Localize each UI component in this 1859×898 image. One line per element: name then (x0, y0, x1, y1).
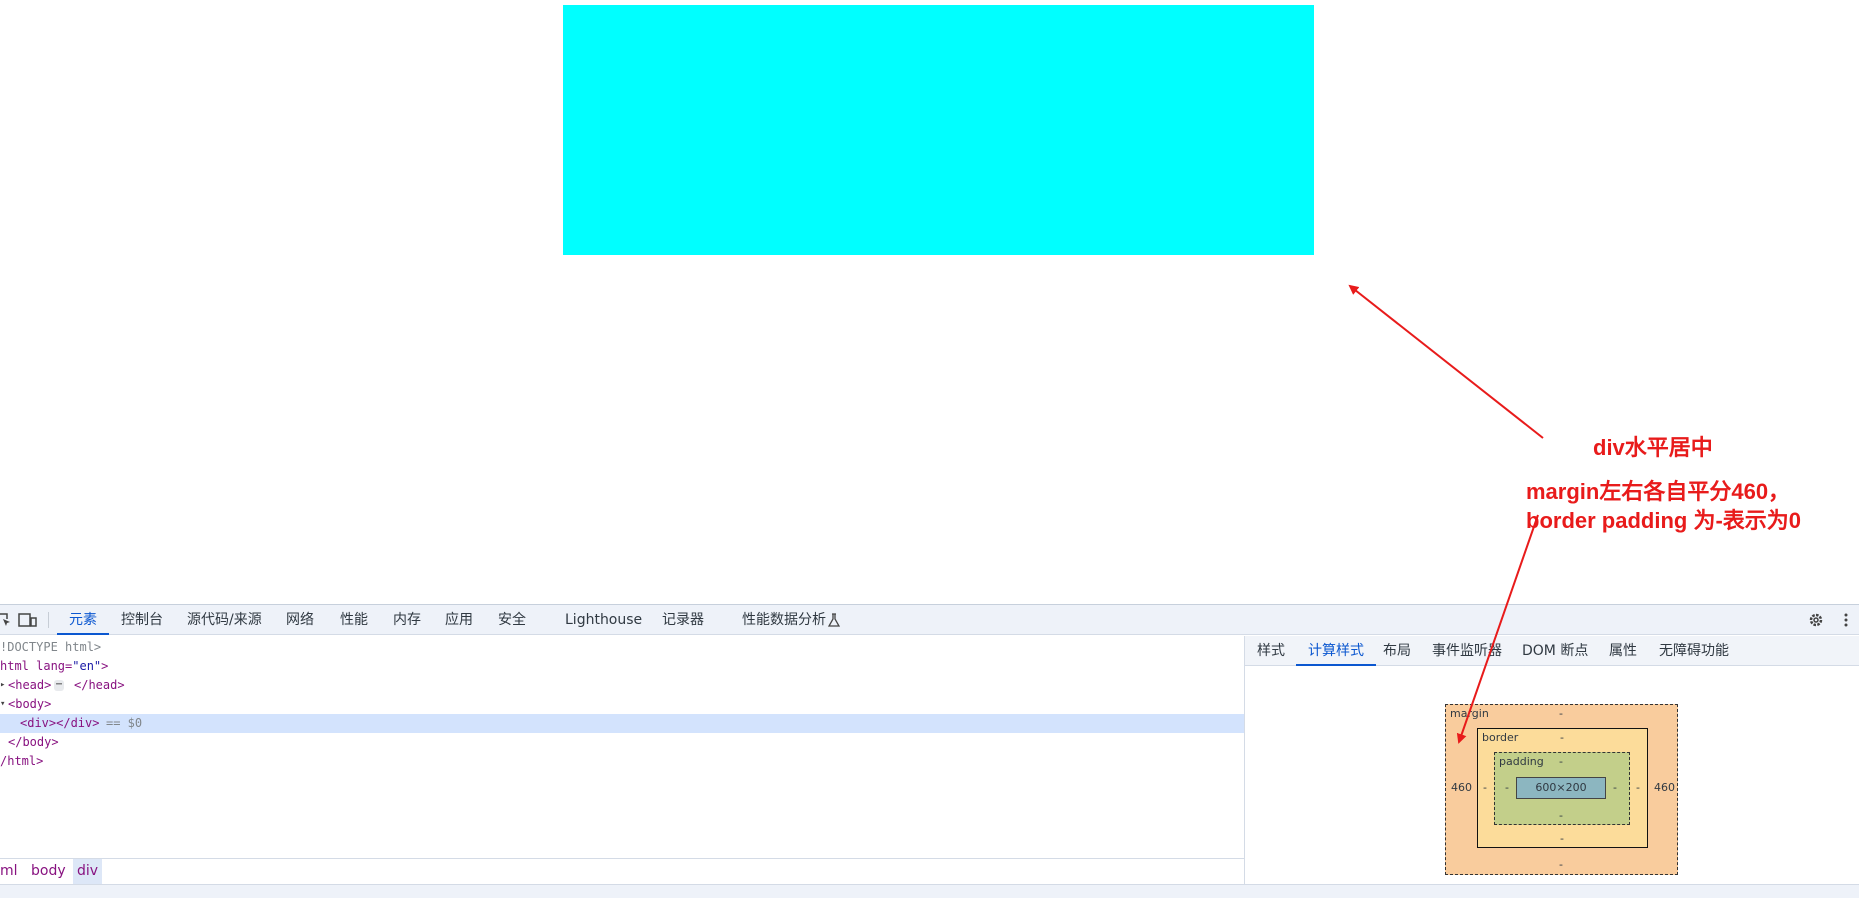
content-size: 600×200 (1535, 781, 1587, 794)
breadcrumb: ml body div (0, 858, 1244, 884)
centered-div (563, 5, 1314, 255)
border-bottom-value[interactable]: - (1560, 832, 1564, 845)
drawer-bar (0, 884, 1859, 898)
margin-left-value[interactable]: 460 (1451, 781, 1472, 794)
tab-computed[interactable]: 计算样式 (1296, 636, 1376, 666)
body-open-tag: <body> (8, 697, 52, 711)
head-close-tag: </head> (74, 678, 125, 692)
padding-left-value[interactable]: - (1505, 781, 1509, 794)
box-model-content[interactable]: 600×200 (1516, 777, 1606, 799)
border-label: border (1482, 731, 1519, 744)
experiment-flask-icon (827, 612, 841, 628)
padding-top-value[interactable]: - (1559, 755, 1563, 768)
tab-dom-breakpoints[interactable]: DOM 断点 (1522, 636, 1588, 666)
device-toolbar-icon[interactable] (18, 612, 38, 628)
html-lang-value: "en" (72, 659, 102, 673)
tab-performance[interactable]: 性能 (340, 605, 368, 635)
tab-performance-insights[interactable]: 性能数据分析 (742, 605, 826, 635)
tab-layout[interactable]: 布局 (1383, 636, 1411, 666)
tab-console[interactable]: 控制台 (121, 605, 163, 635)
toolbar-divider (48, 612, 49, 628)
body-close-tag: </body> (8, 735, 59, 749)
div-tag: <div></div> (20, 716, 100, 730)
tree-html[interactable]: html lang="en"> (0, 657, 108, 676)
padding-right-value[interactable]: - (1613, 781, 1617, 794)
tab-recorder[interactable]: 记录器 (662, 605, 704, 635)
sidebar-tabbar: 样式 计算样式 布局 事件监听器 DOM 断点 属性 无障碍功能 (1245, 636, 1859, 666)
tab-lighthouse[interactable]: Lighthouse (565, 605, 642, 635)
tab-event-listeners[interactable]: 事件监听器 (1432, 636, 1502, 666)
breadcrumb-div[interactable]: div (73, 859, 103, 884)
tab-memory[interactable]: 内存 (393, 605, 421, 635)
head-collapsed-ellipsis[interactable]: ⋯ (54, 680, 65, 691)
padding-bottom-value[interactable]: - (1559, 809, 1563, 822)
tab-application[interactable]: 应用 (445, 605, 473, 635)
tab-sources[interactable]: 源代码/来源 (187, 605, 262, 635)
expand-triangle-icon[interactable]: ▸ (0, 676, 5, 695)
doctype-text: !DOCTYPE html> (0, 640, 102, 654)
tab-styles[interactable]: 样式 (1257, 636, 1285, 666)
devtools-panel: 元素 控制台 源代码/来源 网络 性能 内存 应用 安全 Lighthouse … (0, 604, 1859, 898)
head-open-tag: <head> (8, 678, 52, 692)
screen: div水平居中 margin左右各自平分460， border padding … (0, 0, 1859, 898)
styles-sidebar: 样式 计算样式 布局 事件监听器 DOM 断点 属性 无障碍功能 margin … (1244, 636, 1859, 884)
html-open-end: > (101, 659, 109, 673)
box-model-margin[interactable]: margin - - 460 460 border - - - - paddin… (1445, 704, 1678, 875)
tab-network[interactable]: 网络 (286, 605, 314, 635)
tab-security[interactable]: 安全 (498, 605, 526, 635)
html-close-tag: /html> (0, 754, 44, 768)
margin-bottom-value[interactable]: - (1559, 858, 1563, 871)
tab-properties[interactable]: 属性 (1609, 636, 1637, 666)
html-open-tag: html lang= (0, 659, 73, 673)
page-viewport: div水平居中 margin左右各自平分460， border padding … (0, 0, 1859, 604)
border-top-value[interactable]: - (1560, 731, 1564, 744)
tree-div-selected[interactable]: <div></div> == $0 (0, 714, 1244, 733)
border-left-value[interactable]: - (1483, 781, 1487, 794)
breadcrumb-body[interactable]: body (27, 859, 70, 884)
annotation-margin-note: margin左右各自平分460， (1526, 479, 1791, 504)
border-right-value[interactable]: - (1636, 781, 1640, 794)
box-model-border[interactable]: border - - - - padding - - - - 600×200 (1477, 728, 1648, 848)
more-options-icon[interactable] (1843, 612, 1849, 628)
tab-elements[interactable]: 元素 (57, 605, 109, 635)
tree-html-close[interactable]: /html> (0, 752, 43, 771)
inspect-element-icon[interactable] (0, 612, 12, 628)
margin-top-value[interactable]: - (1559, 707, 1563, 720)
breadcrumb-html[interactable]: ml (0, 859, 22, 884)
settings-gear-icon[interactable] (1808, 612, 1824, 628)
margin-right-value[interactable]: 460 (1654, 781, 1675, 794)
margin-label: margin (1450, 707, 1489, 720)
padding-label: padding (1499, 755, 1544, 768)
annotation-border-padding-note: border padding 为-表示为0 (1526, 508, 1802, 533)
elements-tree: !DOCTYPE html> html lang="en"> ▸ <head> ⋯ <… (0, 636, 1244, 858)
box-model-padding[interactable]: padding - - - - 600×200 (1494, 752, 1630, 825)
devtools-tabbar: 元素 控制台 源代码/来源 网络 性能 内存 应用 安全 Lighthouse … (0, 605, 1859, 635)
annotation-title: div水平居中 (1593, 435, 1713, 460)
tab-accessibility[interactable]: 无障碍功能 (1659, 636, 1729, 666)
tree-doctype[interactable]: !DOCTYPE html> (0, 638, 101, 657)
div-dollar-zero: == $0 (106, 716, 143, 730)
collapse-triangle-icon[interactable]: ▾ (0, 695, 5, 714)
